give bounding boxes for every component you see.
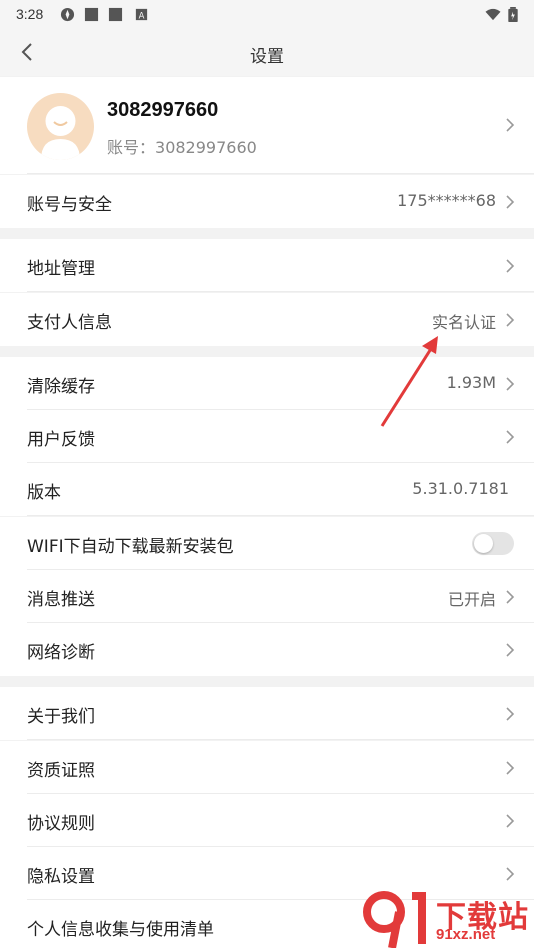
chevron-right-icon <box>506 643 515 657</box>
account-value: 3082997660 <box>155 138 257 157</box>
row-network[interactable]: 网络诊断 <box>0 623 534 676</box>
row-qualification[interactable]: 资质证照 <box>0 741 534 794</box>
row-label: 协议规则 <box>27 814 95 834</box>
chevron-right-icon <box>506 377 515 391</box>
avatar[interactable] <box>27 93 94 160</box>
chevron-right-icon <box>506 867 515 881</box>
row-label: 网络诊断 <box>27 643 95 663</box>
profile-account: 账号：3082997660 <box>107 134 257 158</box>
row-version: 版本 5.31.0.7181 <box>0 463 534 516</box>
chevron-right-icon <box>506 590 515 604</box>
row-account-security[interactable]: 账号与安全 175******68 <box>0 175 534 228</box>
row-label: 支付人信息 <box>27 313 112 333</box>
battery-icon <box>508 7 518 22</box>
page-title: 设置 <box>250 47 284 67</box>
app-notification-icon <box>60 7 75 22</box>
row-value: 1.93M <box>446 373 496 392</box>
wifi-icon <box>485 8 501 21</box>
chevron-right-icon <box>506 761 515 775</box>
toggle-knob <box>474 534 493 553</box>
red-arrow-annotation <box>380 336 438 427</box>
divider <box>27 291 534 292</box>
row-push[interactable]: 消息推送 已开启 <box>0 570 534 623</box>
row-wifi-download: WIFI下自动下载最新安装包 <box>0 517 534 570</box>
chevron-right-icon <box>506 313 515 327</box>
row-value: 5.31.0.7181 <box>412 479 509 498</box>
site-logo-icon <box>363 891 426 948</box>
row-label: 账号与安全 <box>27 195 112 215</box>
row-payer-info[interactable]: 支付人信息 实名认证 <box>0 293 534 346</box>
wifi-download-toggle[interactable] <box>472 532 514 555</box>
divider <box>27 173 534 174</box>
notification-square-icon <box>108 7 123 22</box>
row-label: 资质证照 <box>27 761 95 781</box>
profile-card[interactable]: 3082997660 账号：3082997660 <box>0 77 534 174</box>
row-value: 已开启 <box>447 590 496 609</box>
account-label: 账号： <box>107 138 156 157</box>
divider <box>27 739 534 740</box>
status-time: 3:28 <box>16 6 44 22</box>
svg-text:A: A <box>139 10 145 20</box>
default-avatar-icon <box>41 106 80 160</box>
row-label: WIFI下自动下载最新安装包 <box>27 537 234 557</box>
row-value: 175******68 <box>397 191 496 210</box>
row-label: 消息推送 <box>27 590 95 610</box>
row-label: 清除缓存 <box>27 377 95 397</box>
watermark-url: 91xz.net <box>436 926 496 943</box>
row-label: 关于我们 <box>27 707 95 727</box>
row-label: 地址管理 <box>27 259 95 279</box>
profile-name: 3082997660 <box>107 99 219 121</box>
chevron-right-icon <box>506 814 515 828</box>
status-bar: 3:28 A <box>0 0 534 28</box>
chevron-right-icon <box>506 430 515 444</box>
watermark-logo: 下载站 91xz.net <box>362 888 534 950</box>
nav-bar: 设置 <box>0 28 534 76</box>
chevron-right-icon <box>506 259 515 273</box>
row-label: 个人信息收集与使用清单 <box>27 920 214 940</box>
row-label: 版本 <box>27 483 61 503</box>
row-label: 隐私设置 <box>27 867 95 887</box>
row-agreement[interactable]: 协议规则 <box>0 794 534 847</box>
notification-square-icon <box>84 7 99 22</box>
row-address[interactable]: 地址管理 <box>0 239 534 292</box>
row-clear-cache[interactable]: 清除缓存 1.93M <box>0 357 534 410</box>
row-label: 用户反馈 <box>27 430 95 450</box>
chevron-right-icon <box>506 118 515 132</box>
notification-a-icon: A <box>135 8 148 20</box>
row-about[interactable]: 关于我们 <box>0 687 534 740</box>
chevron-right-icon <box>506 195 515 209</box>
chevron-right-icon <box>506 707 515 721</box>
row-feedback[interactable]: 用户反馈 <box>0 410 534 463</box>
divider <box>27 515 534 516</box>
